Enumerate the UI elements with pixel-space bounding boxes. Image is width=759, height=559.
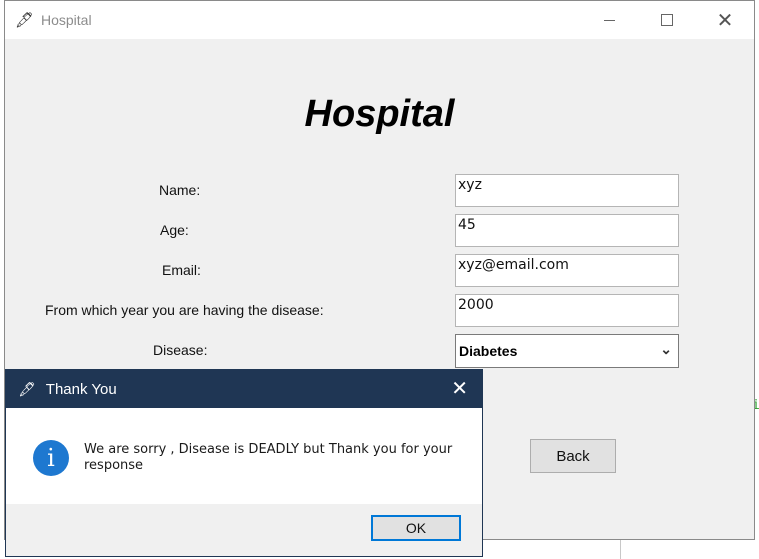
- close-button[interactable]: ✕: [696, 1, 754, 39]
- dialog-message: We are sorry , Disease is DEADLY but Tha…: [84, 442, 453, 473]
- year-label: From which year you are having the disea…: [45, 302, 324, 318]
- feather-icon: 🖋: [15, 12, 35, 29]
- name-field[interactable]: xyz: [455, 174, 679, 207]
- background-divider: [620, 540, 621, 559]
- dialog-title: Thank You: [45, 380, 117, 398]
- disease-label: Disease:: [153, 342, 208, 358]
- email-label: Email:: [162, 262, 201, 278]
- email-field[interactable]: xyz@email.com: [455, 254, 679, 287]
- chevron-down-icon[interactable]: ⌄: [660, 341, 672, 358]
- maximize-button[interactable]: [638, 1, 696, 39]
- maximize-icon: [661, 14, 673, 26]
- info-icon: i: [33, 440, 69, 476]
- title-bar[interactable]: 🖋 Hospital ✕: [5, 1, 754, 39]
- minimize-button[interactable]: [580, 1, 638, 39]
- name-label: Name:: [159, 182, 201, 198]
- dialog-close-button[interactable]: ✕: [451, 376, 468, 400]
- minimize-icon: [603, 19, 615, 21]
- year-field[interactable]: 2000: [455, 294, 679, 327]
- ok-button[interactable]: OK: [371, 515, 461, 541]
- feather-icon: 🖋: [18, 380, 36, 397]
- close-icon: ✕: [716, 8, 734, 32]
- disease-selected-value: Diabetes: [459, 343, 518, 359]
- age-field[interactable]: 45: [455, 214, 679, 247]
- back-button[interactable]: Back: [530, 439, 616, 473]
- thank-you-dialog: 🖋 Thank You ✕ i We are sorry , Disease i…: [5, 369, 483, 557]
- page-title: Hospital: [304, 93, 455, 135]
- dialog-footer: OK: [6, 504, 482, 556]
- age-label: Age:: [160, 222, 189, 238]
- window-title: Hospital: [41, 12, 92, 28]
- disease-select[interactable]: Diabetes ⌄: [455, 334, 679, 368]
- dialog-title-bar[interactable]: 🖋 Thank You ✕: [6, 370, 482, 408]
